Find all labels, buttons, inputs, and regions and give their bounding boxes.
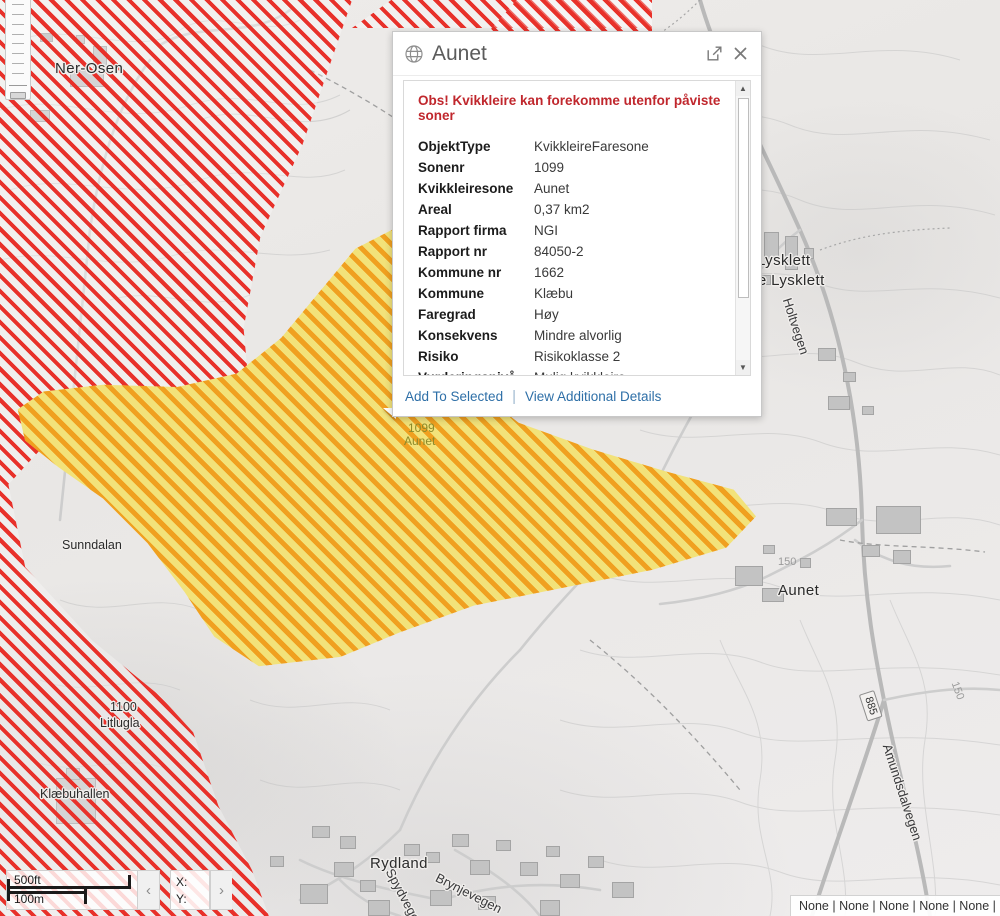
zoom-tick — [12, 4, 24, 5]
footer-separator: | — [512, 387, 516, 405]
attribute-value: 1099 — [534, 160, 565, 175]
scale-tick-right-metric — [84, 889, 87, 904]
zoom-tick — [12, 23, 24, 25]
attribute-value: Høy — [534, 307, 559, 322]
coordinates-panel[interactable]: X: Y: — [170, 870, 210, 910]
zoom-tick — [12, 53, 24, 55]
popout-icon[interactable] — [703, 43, 725, 65]
attribute-value: 84050-2 — [534, 244, 584, 259]
globe-icon — [404, 44, 424, 64]
scale-tick-right-imperial — [128, 875, 131, 889]
map-label-rydland: Rydland — [370, 855, 428, 872]
chevron-right-icon: › — [219, 881, 224, 899]
zoom-slider[interactable] — [5, 0, 31, 100]
attribute-key: Faregrad — [418, 307, 476, 322]
attribute-key: Konsekvens — [418, 328, 498, 343]
attribute-value: Risikoklasse 2 — [534, 349, 621, 364]
attribute-key: Kommune nr — [418, 265, 502, 280]
attribute-key: Rapport firma — [418, 223, 507, 238]
zoom-tick — [12, 43, 24, 45]
table-row: Faregrad Høy — [418, 307, 650, 328]
map-label-aunet: Aunet — [778, 582, 820, 599]
popup-scrollbar[interactable]: ▲ ▼ — [735, 81, 750, 375]
table-row: Sonenr 1099 — [418, 160, 650, 181]
table-row: Konsekvens Mindre alvorlig — [418, 328, 650, 349]
table-row: Risiko Risikoklasse 2 — [418, 349, 650, 370]
scalebar-widget: 500ft 100m ‹ — [6, 870, 160, 910]
zoom-tick — [12, 33, 24, 35]
coordinate-y-label: Y: — [176, 892, 187, 907]
zoom-rail — [9, 84, 27, 86]
add-to-selected-button[interactable]: Add To Selected — [405, 389, 503, 404]
map-label-holtvegen: Holtvegen — [779, 296, 813, 357]
attribute-key: Kommune — [418, 286, 485, 301]
scroll-down-button[interactable]: ▼ — [735, 360, 750, 375]
attribute-value: KvikkleireFaresone — [534, 139, 649, 154]
zoom-tick — [12, 13, 24, 15]
attribute-table: ObjektType KvikkleireFaresone Sonenr 109… — [418, 139, 650, 375]
map-label-sunndalan: Sunndalan — [62, 538, 122, 552]
table-row: Rapport nr 84050-2 — [418, 244, 650, 265]
popup-body: Obs! Kvikkleire kan forekomme utenfor på… — [403, 80, 751, 376]
attribute-value: Klæbu — [534, 286, 574, 301]
zoom-tick — [12, 63, 24, 65]
coordinates-widget: X: Y: › — [170, 870, 232, 910]
attribute-key: Kvikkleiresone — [418, 181, 514, 196]
chevron-up-icon: ▲ — [739, 84, 747, 93]
popup-scroll-content: Obs! Kvikkleire kan forekomme utenfor på… — [404, 81, 735, 375]
zoom-slider-handle[interactable] — [10, 91, 26, 99]
scrollbar-thumb[interactable] — [737, 98, 749, 298]
scale-label-metric: 100m — [14, 892, 45, 906]
close-icon[interactable] — [729, 43, 751, 65]
table-row: Rapport firma NGI — [418, 223, 650, 244]
table-row: Kommune Klæbu — [418, 286, 650, 307]
attribute-value: Mulig kvikkleire — [534, 370, 650, 375]
attribute-value: Aunet — [534, 181, 570, 196]
scalebar-collapse-button[interactable]: ‹ — [138, 870, 160, 910]
map-application: Ner-Osen Lysklett øvre Lysklett Sunndala… — [0, 0, 1000, 916]
attribute-value: Mindre alvorlig — [534, 328, 622, 343]
view-additional-details-button[interactable]: View Additional Details — [525, 389, 661, 404]
contour-label-150-b: 150 — [948, 680, 967, 702]
attribute-value: 1662 — [534, 265, 565, 280]
status-bar: None | None | None | None | None | No — [790, 895, 1000, 916]
scale-label-imperial: 500ft — [14, 873, 41, 887]
chevron-down-icon: ▼ — [739, 363, 747, 372]
attribute-key: Sonenr — [418, 160, 465, 175]
coordinate-x-row: X: — [176, 874, 204, 891]
contour-label-150-a: 150 — [778, 556, 797, 568]
status-bar-text: None | None | None | None | None | No — [799, 899, 1000, 913]
table-row: Vurderingsnivå Mulig kvikkleire — [418, 370, 650, 375]
attribute-value: 0,37 km2 — [534, 202, 590, 217]
zoom-tick — [12, 73, 24, 74]
popup-footer: Add To Selected | View Additional Detail… — [393, 376, 761, 416]
map-label-amundsdalvegen: Amundsdalvegen — [879, 742, 926, 843]
popup-title: Aunet — [432, 41, 487, 65]
coordinates-expand-button[interactable]: › — [210, 870, 232, 910]
attribute-key: ObjektType — [418, 139, 491, 154]
warning-message: Obs! Kvikkleire kan forekomme utenfor på… — [418, 93, 721, 123]
attribute-key: Vurderingsnivå — [418, 370, 534, 375]
chevron-left-icon: ‹ — [146, 881, 151, 899]
popup-header: Aunet — [393, 32, 761, 76]
table-row: Kommune nr 1662 — [418, 265, 650, 286]
table-row: Areal 0,37 km2 — [418, 202, 650, 223]
scroll-up-button[interactable]: ▲ — [735, 81, 750, 96]
attribute-key: Rapport nr — [418, 244, 487, 259]
table-row: ObjektType KvikkleireFaresone — [418, 139, 650, 160]
route-shield-885: 885 — [858, 690, 883, 722]
coordinate-x-label: X: — [176, 875, 188, 889]
scale-tick-left — [7, 879, 10, 901]
coordinate-y-row: Y: — [176, 891, 204, 908]
attribute-value: NGI — [534, 223, 559, 238]
feature-info-popup: Aunet Obs! Kvikkleire kan forekomme uten… — [392, 31, 762, 417]
attribute-key: Areal — [418, 202, 452, 217]
table-row: Kvikkleiresone Aunet — [418, 181, 650, 202]
attribute-key: Risiko — [418, 349, 459, 364]
scale-bar: 500ft 100m — [6, 870, 138, 910]
